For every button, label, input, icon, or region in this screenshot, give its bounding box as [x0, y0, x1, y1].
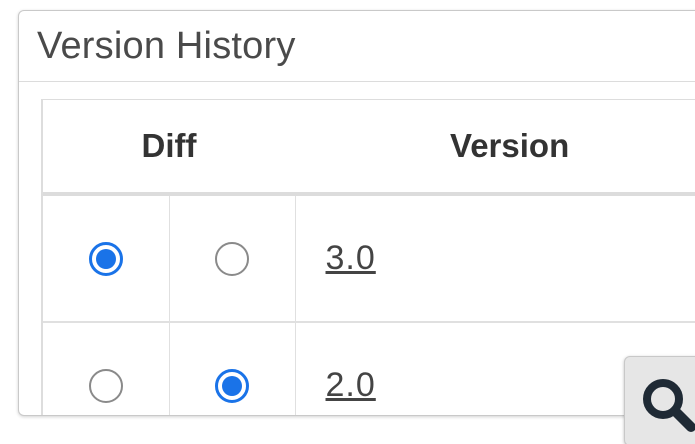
- page: Version History Diff Version 3.0 2.0: [0, 0, 695, 444]
- diff-left-radio-2-0[interactable]: [88, 368, 123, 403]
- table-header-row: Diff Version: [43, 100, 695, 196]
- version-table: Diff Version 3.0 2.0: [43, 100, 695, 415]
- diff-left-cell: [43, 322, 170, 415]
- diff-left-cell: [43, 194, 170, 323]
- diff-column-header: Diff: [43, 100, 296, 196]
- diff-right-radio-2-0[interactable]: [215, 368, 249, 403]
- diff-right-cell: [169, 194, 296, 323]
- version-link-3-0[interactable]: 3.0: [326, 239, 376, 277]
- diff-left-radio-3-0[interactable]: [88, 241, 123, 276]
- version-table-wrapper: Diff Version 3.0 2.0: [41, 99, 695, 415]
- version-history-panel: Version History Diff Version 3.0 2.0: [18, 10, 695, 416]
- version-column-header: Version: [295, 100, 695, 196]
- search-button[interactable]: [624, 356, 695, 444]
- version-cell: 3.0: [295, 194, 695, 323]
- table-row: 2.0: [43, 322, 695, 415]
- diff-right-radio-3-0[interactable]: [215, 241, 249, 276]
- panel-header: Version History: [19, 11, 695, 82]
- version-link-2-0[interactable]: 2.0: [326, 366, 376, 404]
- panel-title: Version History: [37, 25, 296, 67]
- table-row: 3.0: [43, 194, 695, 323]
- search-icon: [643, 379, 695, 432]
- diff-right-cell: [169, 322, 296, 415]
